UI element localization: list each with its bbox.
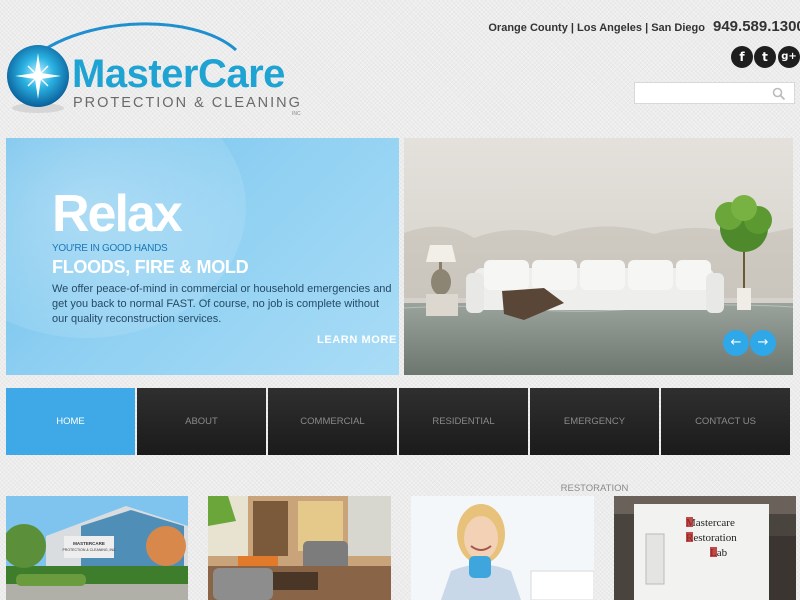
nav-emergency-restoration[interactable]: EMERGENCY RESTORATION [530, 388, 659, 494]
search-input[interactable] [639, 84, 773, 104]
twitter-icon[interactable]: t [754, 46, 776, 68]
nav-home[interactable]: HOME [6, 388, 135, 455]
lab-sign-line-1: Mastercare [686, 517, 735, 529]
svg-text:MASTERCARE: MASTERCARE [73, 541, 105, 546]
lab-sign-line-2: Restoration [686, 532, 737, 544]
restoration-lab-image: Mastercare Restoration Lab [614, 496, 796, 600]
main-navigation: HOME ABOUT COMMERCIAL RESIDENTIAL EMERGE… [6, 388, 792, 494]
learn-more-link[interactable]: LEARN MORE [317, 334, 397, 346]
search-box[interactable] [634, 82, 795, 104]
logo-tagline: PROTECTION & CLEANING [73, 95, 302, 111]
logo-brand-text: MasterCare [72, 52, 285, 96]
nav-contact-us[interactable]: CONTACT US [661, 388, 790, 455]
hero-description: We offer peace-of-mind in commercial or … [52, 283, 392, 325]
hero-headline: FLOODS, FIRE & MOLD [52, 257, 249, 277]
service-locations: Orange County | Los Angeles | San Diego [488, 22, 705, 34]
slider-prev-button[interactable]: ← [723, 330, 749, 356]
facebook-icon[interactable]: f [731, 46, 753, 68]
restored-lobby-image [208, 496, 391, 600]
hero-promo-panel: Relax YOU'RE IN GOOD HANDS FLOODS, FIRE … [6, 138, 399, 375]
nav-residential[interactable]: RESIDENTIAL [399, 388, 528, 455]
search-icon[interactable] [772, 87, 786, 101]
svg-text:PROTECTION & CLEANING, INC: PROTECTION & CLEANING, INC [62, 548, 116, 552]
restored-lobby-tile[interactable] [208, 496, 391, 600]
hero-title: Relax [52, 185, 183, 243]
hero-slideshow: ← → [404, 138, 793, 375]
nav-commercial[interactable]: COMMERCIAL [268, 388, 397, 455]
office-building-tile[interactable]: MASTERCARE PROTECTION & CLEANING, INC [6, 496, 188, 600]
nav-about[interactable]: ABOUT [137, 388, 266, 455]
happy-customer-image [411, 496, 594, 600]
logo-suffix: INC [292, 111, 301, 117]
google-plus-icon[interactable]: g+ [778, 46, 800, 68]
phone-number[interactable]: 949.589.1300 [713, 17, 800, 37]
office-building-image: MASTERCARE PROTECTION & CLEANING, INC [6, 496, 188, 600]
restoration-lab-tile[interactable]: Mastercare Restoration Lab [614, 496, 796, 600]
slider-next-button[interactable]: → [750, 330, 776, 356]
hero-kicker: YOU'RE IN GOOD HANDS [52, 243, 168, 254]
happy-customer-tile[interactable] [411, 496, 594, 600]
